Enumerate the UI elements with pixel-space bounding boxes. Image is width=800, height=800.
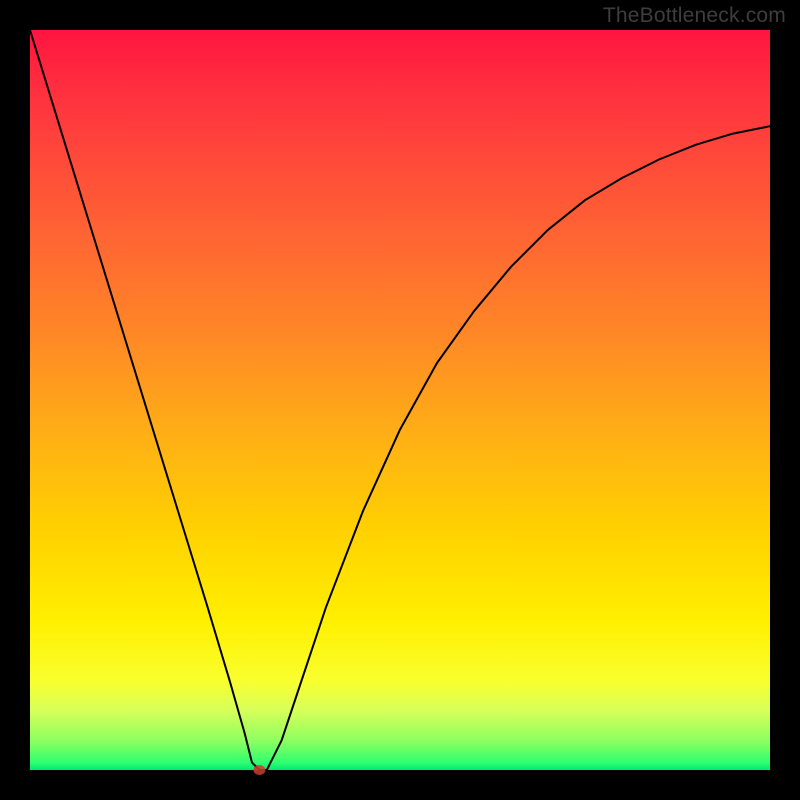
curve-layer (30, 30, 770, 770)
chart-frame: TheBottleneck.com (0, 0, 800, 800)
min-point-marker (253, 765, 265, 775)
watermark-text: TheBottleneck.com (603, 4, 786, 28)
bottleneck-curve (30, 30, 770, 770)
plot-area (30, 30, 770, 770)
